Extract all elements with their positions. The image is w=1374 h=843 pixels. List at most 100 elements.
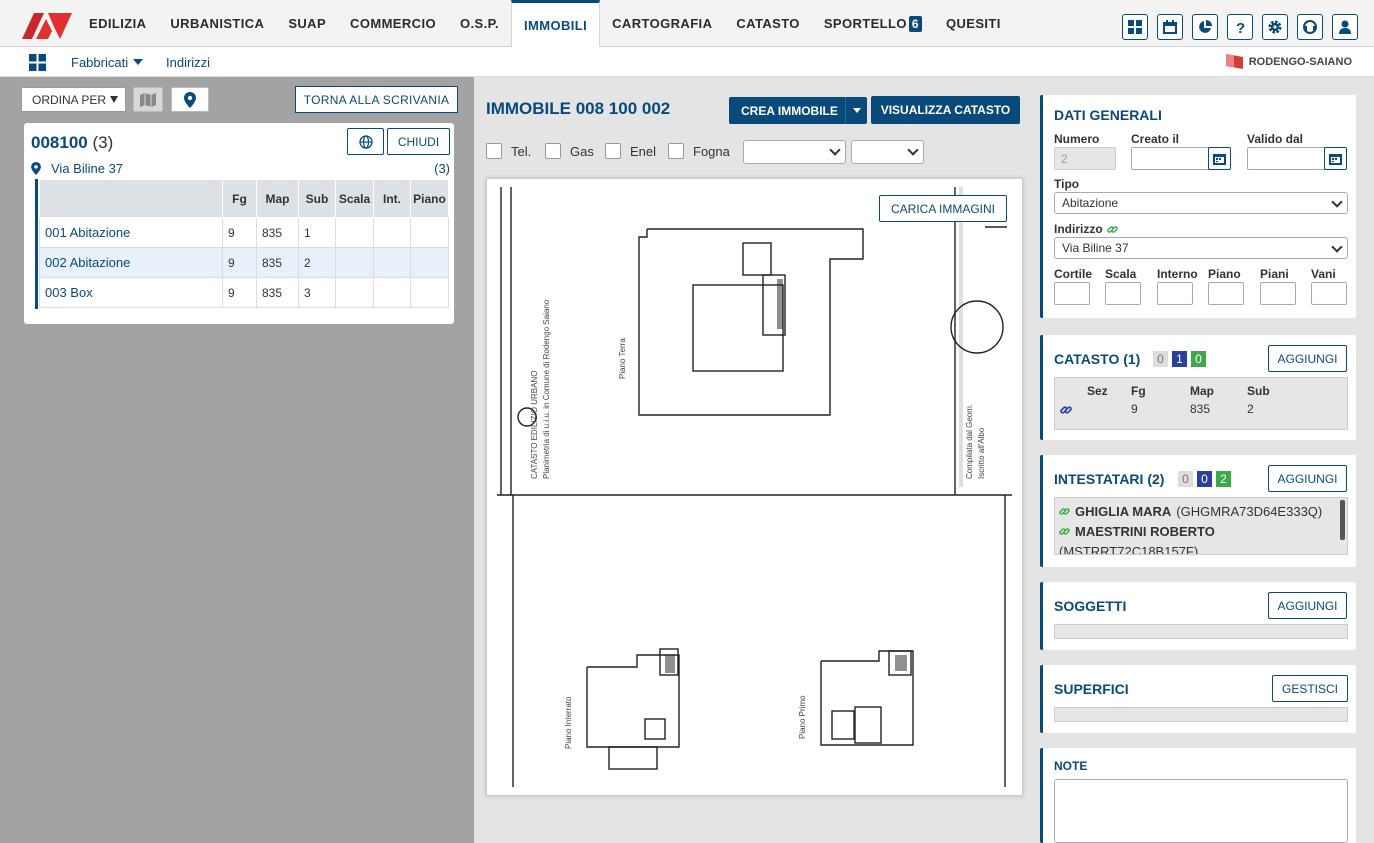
table-row[interactable]: 001 Abitazione 9 835 1 [39,217,449,248]
map-view-button[interactable] [133,87,163,112]
col-header-fg: Fg [222,179,257,218]
list-item[interactable]: GHIGLIA MARA (GHGMRA73D64E333Q) [1059,504,1322,519]
nav-osp[interactable]: O.S.P. [448,0,511,47]
intestatari-title: INTESTATARI (2) [1054,471,1165,487]
unit-name[interactable]: 001 Abitazione [39,217,223,248]
nav-sportello[interactable]: SPORTELLO 6 [812,0,934,47]
creato-il-field[interactable] [1131,147,1213,170]
headset-icon[interactable] [1297,14,1323,40]
unit-int [373,277,411,308]
carica-immagini-button[interactable]: CARICA IMMAGINI [879,195,1007,222]
table-row[interactable]: 003 Box 9 835 3 [39,277,449,308]
catasto-title: CATASTO (1) [1054,351,1141,367]
soggetti-aggiungi-button[interactable]: AGGIUNGI [1268,592,1347,619]
globe-button[interactable] [347,128,384,155]
valido-dal-field[interactable] [1247,147,1329,170]
comune-flag-icon [1225,54,1243,69]
crea-immobile-button[interactable]: CREA IMMOBILE [729,97,867,124]
user-icon[interactable] [1332,14,1358,40]
chiudi-button[interactable]: CHIUDI [387,128,450,155]
unit-name[interactable]: 002 Abitazione [39,247,223,278]
link-icon[interactable] [1060,404,1072,416]
scala-field[interactable] [1105,282,1141,305]
vani-field[interactable] [1311,282,1347,305]
checkbox-box[interactable] [545,143,561,159]
nav-catasto[interactable]: CATASTO [724,0,811,47]
help-icon[interactable]: ? [1227,14,1253,40]
intestatario-name: GHIGLIA MARA [1075,504,1172,519]
crea-dropdown-toggle[interactable] [845,97,867,124]
nav-commercio[interactable]: COMMERCIO [338,0,448,47]
fabbricato-card: 008100 (3) CHIUDI Via Biline 37 (3) Fg M… [24,123,454,324]
caret-down-icon [133,59,144,65]
scrollbar[interactable] [1340,500,1345,540]
calendar-icon[interactable] [1208,147,1231,170]
interno-field[interactable] [1157,282,1193,305]
checkbox-fogna[interactable]: Fogna [668,143,730,159]
unit-name[interactable]: 003 Box [39,277,223,308]
indirizzo-select[interactable]: Via Biline 37 [1054,237,1348,259]
piani-label: Piani [1260,267,1289,281]
nav-edilizia[interactable]: EDILIZIA [77,0,158,47]
creato-il-label: Creato il [1131,132,1180,146]
visualizza-catasto-button[interactable]: VISUALIZZA CATASTO [871,96,1020,124]
nav-cartografia[interactable]: CARTOGRAFIA [600,0,724,47]
nav-immobili[interactable]: IMMOBILI [511,0,601,48]
checkbox-box[interactable] [668,143,684,159]
checkbox-label: Tel. [511,143,532,159]
grid-menu-icon[interactable] [29,54,46,71]
piano-label: Piano [1208,267,1241,281]
nav-quesiti[interactable]: QUESITI [934,0,1013,47]
link-icon[interactable] [1106,224,1118,235]
checkbox-box[interactable] [486,143,502,159]
checkbox-box[interactable] [605,143,621,159]
select-filter-2[interactable] [851,140,924,164]
pie-chart-icon[interactable] [1192,14,1218,40]
indirizzi-link[interactable]: Indirizzi [166,55,210,70]
address-label: Via Biline 37 [51,160,124,176]
nav-urbanistica[interactable]: URBANISTICA [158,0,276,47]
torna-scrivania-button[interactable]: TORNA ALLA SCRIVANIA [295,86,458,113]
tipo-label: Tipo [1054,177,1080,191]
unit-sub: 2 [298,247,336,278]
app-logo[interactable] [22,13,72,39]
fabbricati-menu[interactable]: Fabbricati [71,55,144,70]
intestatari-aggiungi-button[interactable]: AGGIUNGI [1268,465,1347,492]
unit-fg: 9 [222,277,257,308]
catasto-aggiungi-button[interactable]: AGGIUNGI [1268,345,1347,372]
catasto-col-fg: Fg [1131,384,1146,398]
checkbox-enel[interactable]: Enel [605,143,656,159]
dashboard-icon[interactable] [1122,14,1148,40]
col-header-scala: Scala [335,179,374,218]
col-header-int: Int. [373,179,411,218]
checkbox-tel[interactable]: Tel. [486,143,531,159]
calendar-icon[interactable] [1324,147,1347,170]
table-row[interactable]: 002 Abitazione 9 835 2 [39,247,449,278]
address-row[interactable]: Via Biline 37 (3) [31,159,450,177]
fabbricato-count: (3) [92,133,114,152]
tree-line [35,179,38,309]
cortile-field[interactable] [1054,282,1090,305]
piano-field[interactable] [1208,282,1244,305]
nav-suap[interactable]: SUAP [276,0,338,47]
chevron-down-icon [829,144,841,156]
tipo-value: Abitazione [1062,196,1119,210]
soggetti-panel: SOGGETTI AGGIUNGI [1040,582,1356,650]
piani-field[interactable] [1260,282,1296,305]
indirizzo-value: Via Biline 37 [1062,241,1129,255]
checkbox-gas[interactable]: Gas [545,143,594,159]
location-pin-button[interactable] [171,87,209,112]
tipo-select[interactable]: Abitazione [1054,192,1348,214]
floorplan-image: CATASTO EDILIZIO URBANO Planimetria di u… [497,187,1012,787]
gear-icon[interactable] [1262,14,1288,40]
calendar-icon[interactable] [1157,14,1183,40]
note-textarea[interactable] [1054,779,1348,843]
select-filter-1[interactable] [743,140,846,164]
superfici-gestisci-button[interactable]: GESTISCI [1272,675,1348,702]
catasto-col-sez: Sez [1087,384,1108,398]
list-item[interactable]: MAESTRINI ROBERTO [1059,524,1215,539]
badge-blue: 1 [1172,351,1187,367]
ordina-per-dropdown[interactable]: ORDINA PER [21,87,126,112]
comune-name: RODENGO-SAIANO [1248,55,1352,68]
center-panel: IMMOBILE 008 100 002 CREA IMMOBILE VISUA… [474,77,1031,843]
